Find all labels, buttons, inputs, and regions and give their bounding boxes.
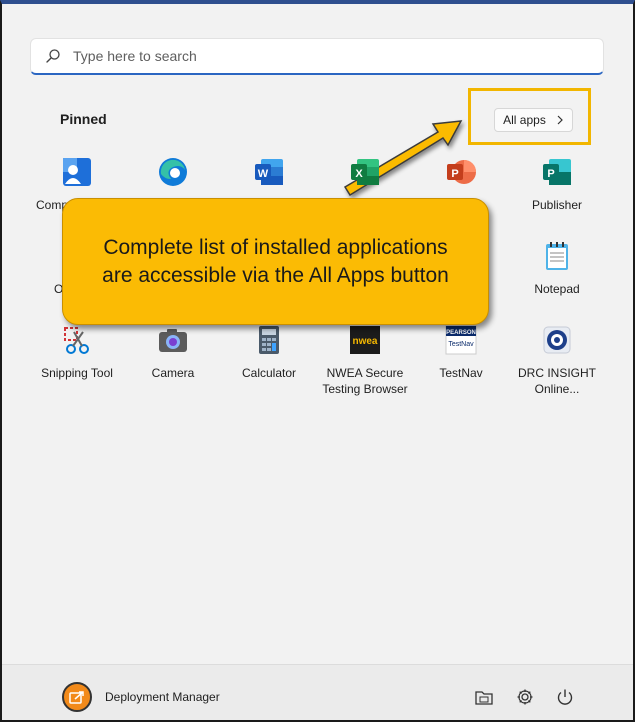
app-powerpoint[interactable]: P [413,156,509,188]
app-excel[interactable]: X [317,156,413,188]
excel-icon: X [349,156,381,188]
callout-line1: Complete list of installed applications [103,235,448,259]
testnav-logo-top: PEARSON [446,330,476,336]
app-label: Snipping Tool [41,366,113,380]
app-testnav[interactable]: PEARSON TestNav TestNav [413,324,509,381]
app-label-line2: Online... [534,382,580,396]
svg-text:P: P [451,168,458,180]
app-label: Camera [151,366,195,380]
app-camera[interactable]: Camera [125,324,221,381]
app-label-line1: DRC INSIGHT [518,366,596,380]
start-footer: Deployment Manager [2,664,633,720]
power-icon [557,689,573,705]
folder-icon [475,691,493,705]
testnav-icon: PEARSON TestNav [445,324,477,356]
app-label: Notepad [534,282,580,296]
calculator-icon [253,324,285,356]
edge-icon [157,156,189,188]
callout-box: Complete list of installed applications … [62,198,489,325]
snipping-tool-icon [61,324,93,356]
app-label: DRC INSIGHT Online... [509,365,605,397]
app-label-line1: NWEA Secure [326,366,404,380]
nwea-icon: nwea [349,324,381,356]
file-explorer-button[interactable] [474,687,494,707]
power-button[interactable] [555,687,575,707]
svg-text:X: X [355,168,363,180]
user-name[interactable]: Deployment Manager [105,690,220,704]
svg-text:W: W [258,168,269,180]
app-label: TestNav [439,366,483,380]
user-avatar[interactable] [62,682,92,712]
app-edge[interactable] [125,156,221,188]
app-publisher[interactable]: P Publisher [509,156,605,213]
app-label: Publisher [531,198,583,212]
app-calculator[interactable]: Calculator [221,324,317,381]
app-drc-insight[interactable]: DRC INSIGHT Online... [509,324,605,397]
drc-insight-icon [541,324,573,356]
app-label: NWEA Secure Testing Browser [317,365,413,397]
notepad-icon [541,240,573,272]
word-icon: W [253,156,285,188]
settings-button[interactable] [515,687,535,707]
powerpoint-icon: P [445,156,477,188]
gear-icon [517,689,533,705]
publisher-icon: P [541,156,573,188]
nwea-logo-text: nwea [352,336,377,347]
app-nwea[interactable]: nwea NWEA Secure Testing Browser [317,324,413,397]
deployment-icon [69,691,84,704]
testnav-logo-bottom: TestNav [448,341,474,348]
app-notepad[interactable]: Notepad [509,240,605,297]
callout-line2: are accessible via the All Apps button [102,263,449,287]
app-label-line2: Testing Browser [322,382,408,396]
svg-text:P: P [547,168,554,180]
app-label: Calculator [241,366,297,380]
start-menu: Type here to search Pinned All apps Comp… [2,4,633,720]
camera-icon [157,324,189,356]
app-word[interactable]: W [221,156,317,188]
app-snipping-tool[interactable]: Snipping Tool [29,324,125,381]
company-portal-icon [61,156,93,188]
